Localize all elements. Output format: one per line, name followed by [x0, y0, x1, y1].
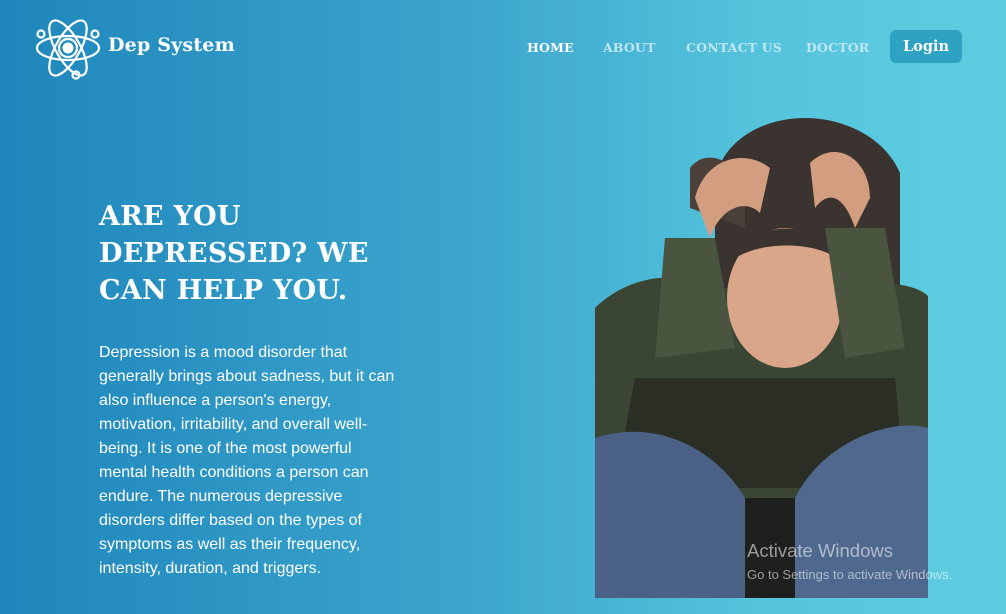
- nav-about-link[interactable]: ABOUT: [603, 40, 656, 55]
- atom-icon[interactable]: [32, 12, 104, 84]
- hero-depressed-woman-image: [595, 118, 928, 598]
- nav-contact-us-link[interactable]: CONTACT US: [686, 40, 782, 55]
- nav-home-link[interactable]: HOME: [527, 40, 574, 55]
- login-button[interactable]: Login: [890, 30, 962, 63]
- top-navbar: Dep System HOME ABOUT CONTACT US DOCTOR …: [0, 0, 1006, 96]
- nav-doctor-link[interactable]: DOCTOR: [806, 40, 869, 55]
- hero-title: ARE YOU DEPRESSED? WE CAN HELP YOU.: [99, 201, 369, 306]
- brand-name[interactable]: Dep System: [108, 34, 235, 56]
- hero-description: Depression is a mood disorder that gener…: [99, 344, 395, 577]
